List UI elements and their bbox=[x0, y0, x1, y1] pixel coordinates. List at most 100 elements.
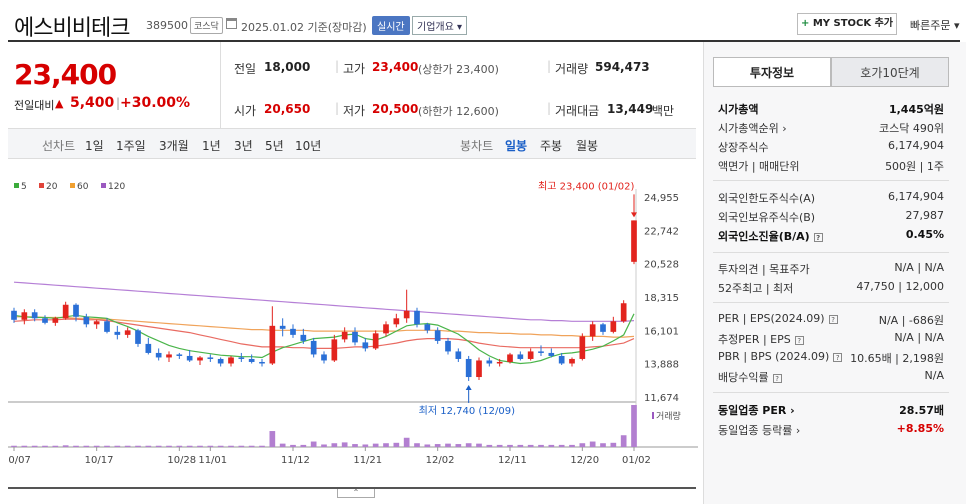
candle-body bbox=[155, 352, 162, 358]
tab-invest-info[interactable]: 투자정보 bbox=[713, 57, 831, 87]
volume-bar bbox=[310, 441, 317, 447]
volume-bar bbox=[414, 443, 420, 447]
upper-limit: (상한가 23,400) bbox=[418, 63, 499, 76]
volume-bar bbox=[538, 444, 544, 447]
volume-bar bbox=[73, 445, 79, 447]
volume-bar bbox=[579, 443, 586, 447]
volume-bar bbox=[455, 444, 462, 447]
volume-bar bbox=[569, 444, 575, 447]
volume-bar bbox=[620, 435, 627, 447]
volume-bar bbox=[352, 444, 358, 447]
period-3m[interactable]: 3개월 bbox=[159, 137, 189, 154]
info-value: 6,174,904 bbox=[888, 139, 944, 152]
help-icon[interactable]: ? bbox=[772, 373, 782, 383]
help-icon[interactable]: ? bbox=[828, 314, 838, 324]
volume-bar bbox=[207, 445, 214, 447]
low-annotation: 최저 12,740 (12/09) bbox=[419, 405, 515, 417]
volume-bar bbox=[52, 445, 59, 447]
candle-body bbox=[569, 358, 575, 364]
volume-bar bbox=[21, 445, 28, 447]
y-tick-label: 24,955 bbox=[644, 193, 679, 204]
volume-bar bbox=[186, 445, 193, 447]
volume-bar bbox=[166, 445, 172, 447]
period-1w[interactable]: 1주일 bbox=[116, 137, 146, 154]
x-tick-label: 10/07 bbox=[8, 455, 31, 466]
market-badge: 코스닥 bbox=[190, 17, 223, 34]
volume-bar bbox=[93, 445, 100, 447]
info-label[interactable]: 동일업종 PER › bbox=[718, 402, 795, 418]
sep: | bbox=[335, 101, 340, 115]
help-icon[interactable]: ? bbox=[813, 232, 823, 242]
y-tick-label: 13,888 bbox=[644, 360, 679, 371]
candle-body bbox=[403, 310, 410, 319]
y-tick-label: 11,674 bbox=[644, 393, 679, 404]
volume-bar bbox=[631, 405, 637, 447]
x-tick-label: 10/17 bbox=[85, 455, 114, 466]
volume-bar bbox=[383, 443, 389, 447]
period-10y[interactable]: 10년 bbox=[295, 137, 321, 154]
candle-body bbox=[579, 336, 586, 359]
period-1y[interactable]: 1년 bbox=[202, 137, 221, 154]
candle-body bbox=[83, 316, 90, 325]
collapse-chevron-icon[interactable]: ⌃ bbox=[337, 489, 375, 498]
volume-bar bbox=[217, 445, 224, 447]
volume-bar bbox=[145, 445, 152, 447]
volume-bar bbox=[486, 444, 493, 447]
candle-monthly[interactable]: 월봉 bbox=[576, 137, 598, 154]
add-mystock-button[interactable]: + MY STOCK 추가 bbox=[797, 13, 897, 35]
tab-orderbook-10[interactable]: 호가10단계 bbox=[831, 57, 949, 87]
period-3y[interactable]: 3년 bbox=[234, 137, 253, 154]
legend-swatch bbox=[39, 183, 44, 188]
volume-bar bbox=[279, 443, 286, 447]
info-label: 52주최고 | 최저 bbox=[718, 282, 794, 295]
x-tick-label: 11/01 bbox=[198, 455, 227, 466]
candle-body bbox=[383, 324, 389, 334]
candle-body bbox=[135, 330, 141, 344]
volume-bar bbox=[114, 445, 121, 447]
quick-order-button[interactable]: 빠른주문 ▾ bbox=[910, 17, 960, 33]
up-arrow-icon: ▲ bbox=[55, 97, 64, 110]
info-label[interactable]: 시가총액순위 › bbox=[718, 120, 787, 136]
candle-body bbox=[362, 342, 369, 349]
add-mystock-label: MY STOCK 추가 bbox=[812, 18, 894, 29]
candle-body bbox=[31, 312, 38, 319]
candle-body bbox=[259, 361, 265, 364]
volume-bar bbox=[300, 444, 307, 447]
volume-bar bbox=[42, 445, 48, 447]
info-value: N/A | N/A bbox=[894, 261, 944, 274]
help-icon[interactable]: ? bbox=[833, 352, 843, 362]
candle-body bbox=[300, 334, 307, 341]
candle-body bbox=[310, 340, 317, 355]
volume-value: 594,473 bbox=[595, 60, 650, 74]
volume-bar bbox=[269, 431, 276, 447]
candle-body bbox=[538, 351, 544, 353]
info-label: 시가총액 bbox=[718, 103, 759, 116]
help-icon[interactable]: ? bbox=[794, 335, 804, 345]
candle-body bbox=[620, 303, 627, 322]
panel-divider bbox=[713, 302, 949, 303]
volume-bar bbox=[31, 445, 38, 447]
volume-bar bbox=[548, 444, 555, 447]
amount-label: 거래대금 bbox=[555, 104, 600, 118]
period-1d[interactable]: 1일 bbox=[85, 137, 104, 154]
period-bar: 선차트 1일 1주일 3개월 1년 3년 5년 10년 봉차트 일봉 주봉 월봉 bbox=[8, 128, 696, 159]
period-5y[interactable]: 5년 bbox=[265, 137, 284, 154]
info-label[interactable]: 동일업종 등락률 › bbox=[718, 422, 800, 438]
x-tick-label: 12/20 bbox=[570, 455, 599, 466]
sep: | bbox=[335, 59, 340, 73]
stock-chart[interactable]: 5 20 60 120 24,955 22,742 20,528 18,315 16,101 13… bbox=[8, 175, 698, 475]
change-label: 전일대비 bbox=[14, 99, 55, 112]
info-value: +8.85% bbox=[896, 422, 944, 435]
tab-underline bbox=[713, 86, 949, 87]
candle-daily[interactable]: 일봉 bbox=[505, 137, 527, 154]
legend-label: 20 bbox=[46, 182, 58, 192]
volume-bar bbox=[589, 441, 596, 447]
candle-weekly[interactable]: 주봉 bbox=[540, 137, 562, 154]
candle-body bbox=[52, 318, 59, 323]
realtime-button[interactable]: 실시간 bbox=[372, 16, 410, 35]
candle-body bbox=[104, 321, 110, 332]
low-label: 저가 bbox=[343, 104, 366, 118]
company-overview-dropdown[interactable]: 기업개요 ▾ bbox=[412, 16, 467, 35]
info-label: 액면가 | 매매단위 bbox=[718, 160, 800, 173]
legend-swatch bbox=[14, 183, 19, 188]
